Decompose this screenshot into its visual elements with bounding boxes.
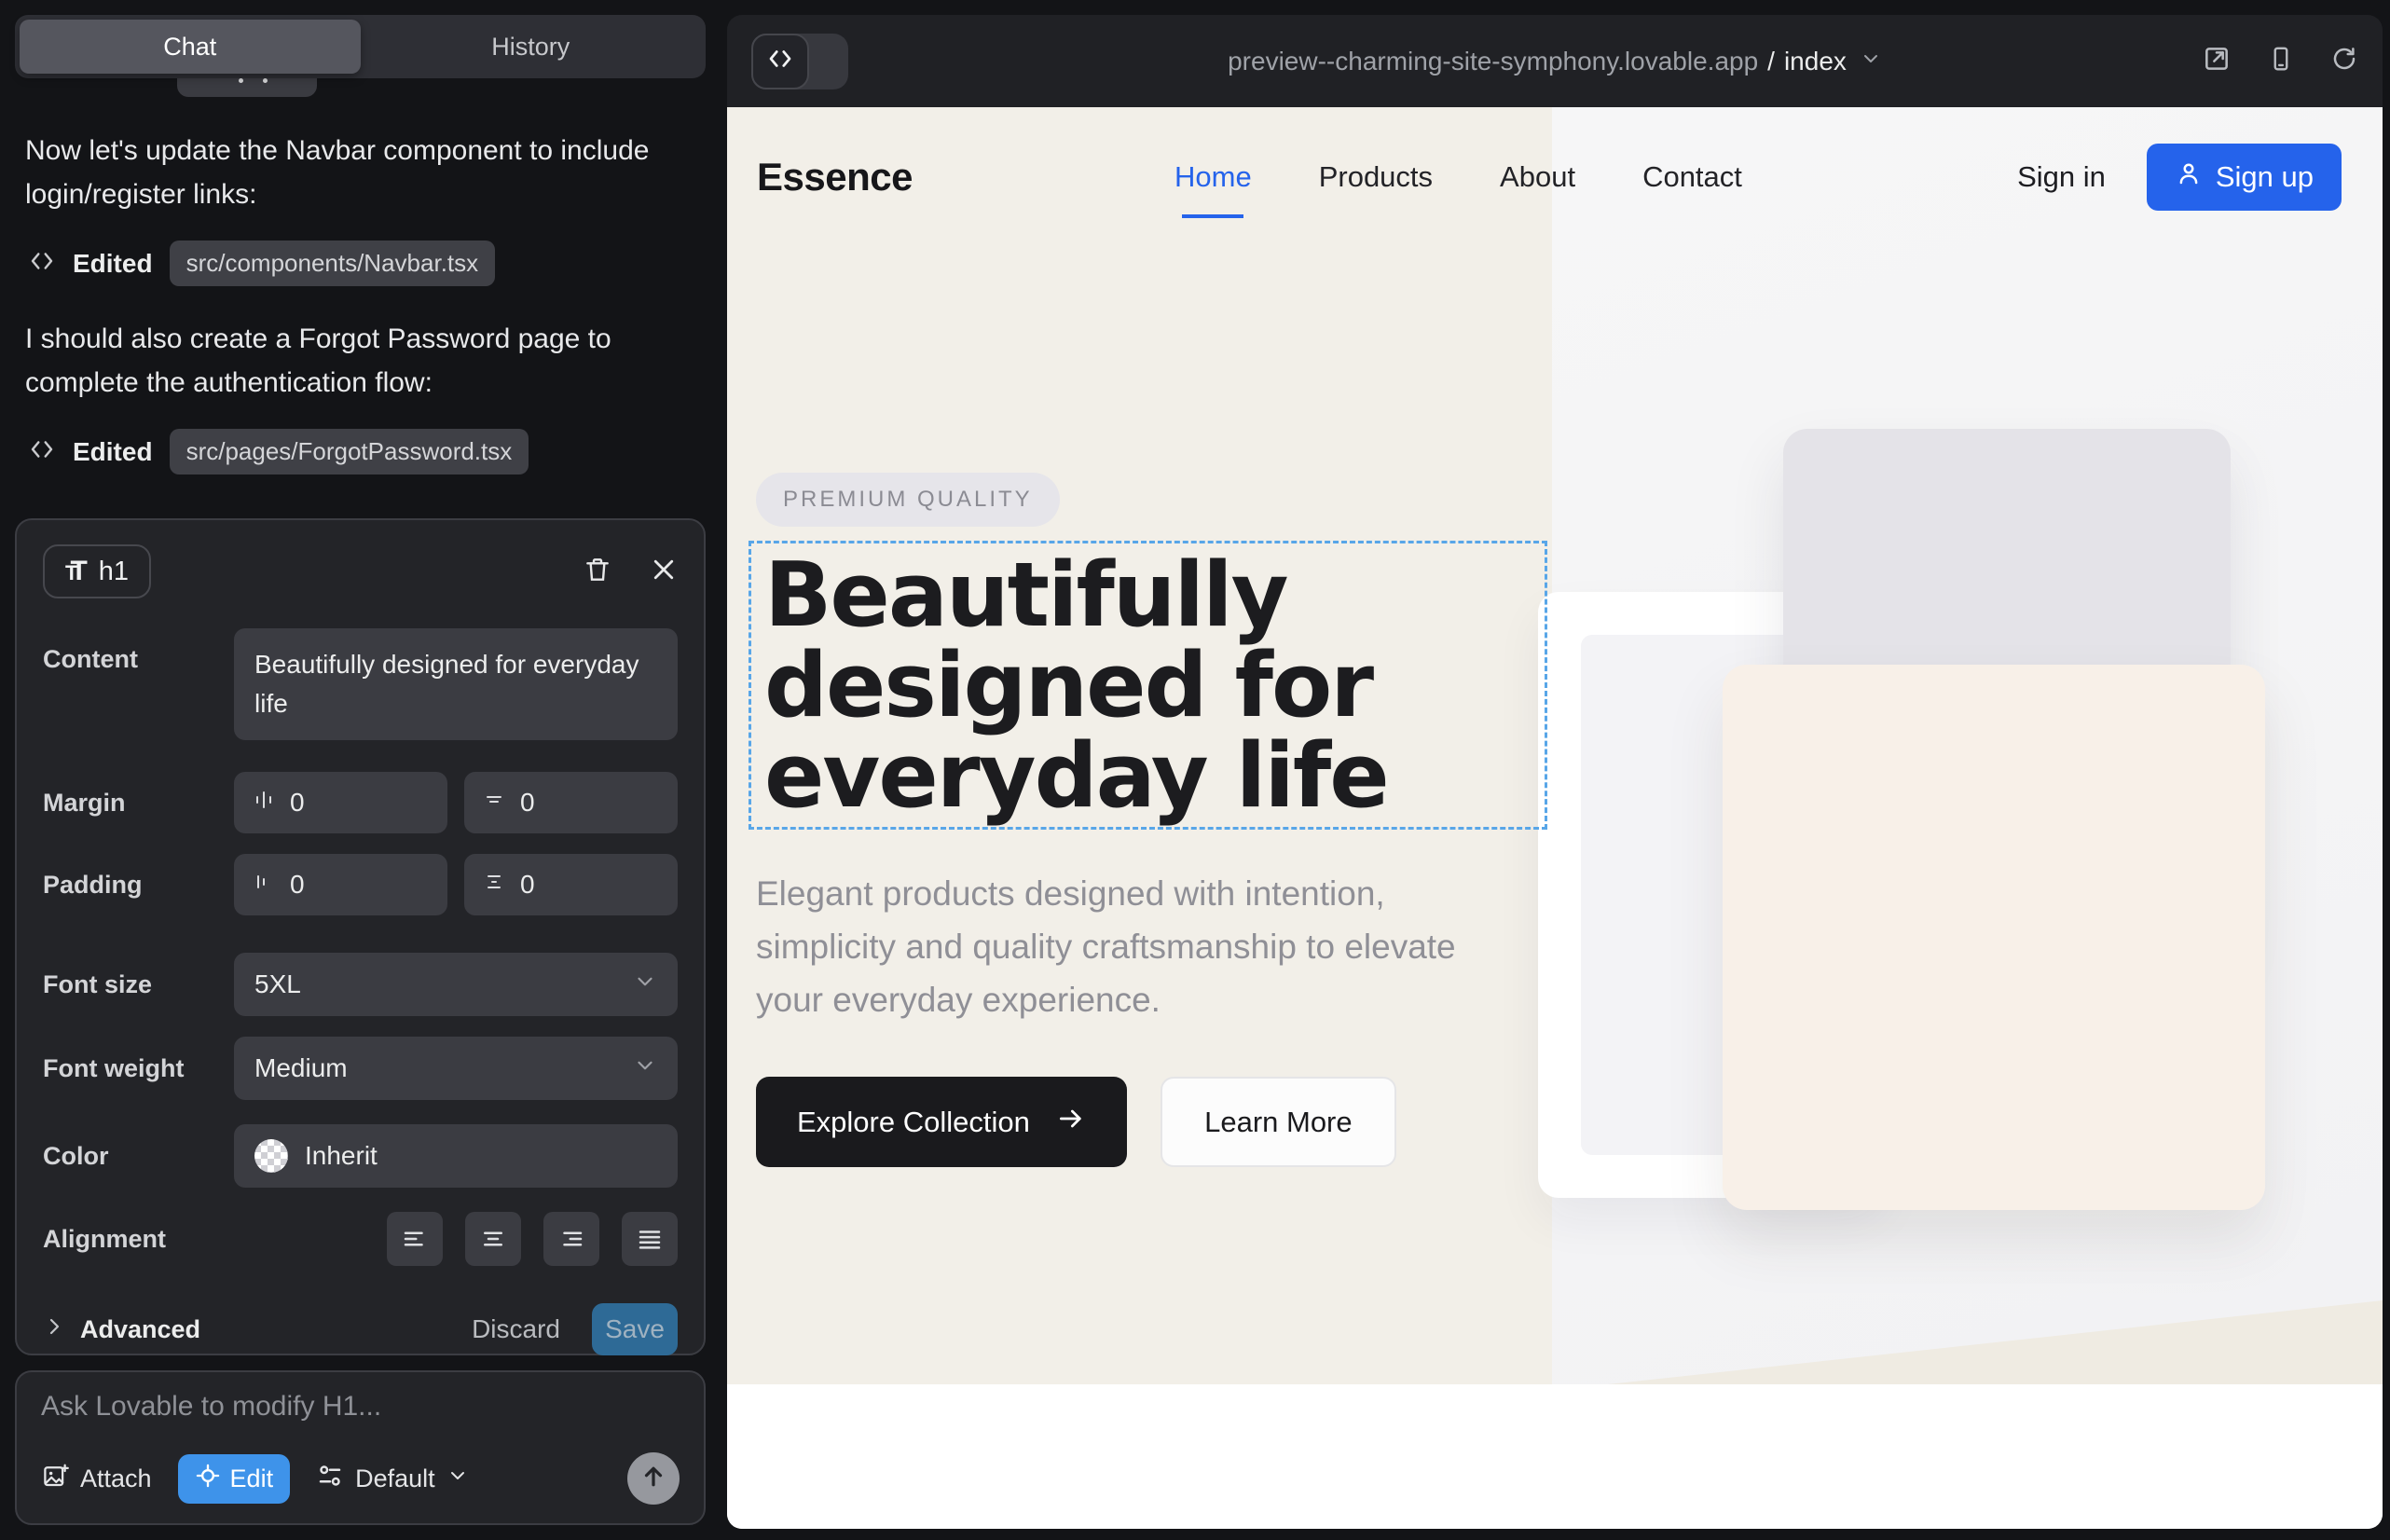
selected-element-tag[interactable]: TT h1 <box>43 544 151 598</box>
hero-section: Essence Home Products About Contact Sign… <box>727 107 2383 1384</box>
align-left-button[interactable] <box>387 1212 443 1266</box>
edited-label: Edited <box>73 437 153 467</box>
font-size-label: Font size <box>43 970 234 999</box>
sliders-icon <box>316 1462 344 1496</box>
signin-link[interactable]: Sign in <box>2017 160 2106 194</box>
advanced-toggle[interactable]: Advanced <box>43 1315 200 1344</box>
chevron-down-icon <box>633 1053 657 1084</box>
file-chip[interactable]: src/pages/ForgotPassword.tsx <box>170 429 529 474</box>
edited-file-row[interactable]: Edited src/components/Navbar.tsx <box>28 241 495 286</box>
premium-quality-badge: PREMIUM QUALITY <box>756 473 1060 527</box>
url-page: index <box>1784 47 1847 76</box>
chevron-down-icon <box>633 969 657 1000</box>
site-content: Essence Home Products About Contact Sign… <box>727 107 2383 1529</box>
chat-sidebar: Chat History Now let's update the Navbar… <box>0 0 725 1540</box>
selected-element-outline[interactable]: Beautifully designed for everyday life <box>749 541 1547 830</box>
edited-file-row[interactable]: Edited src/pages/ForgotPassword.tsx <box>28 429 529 474</box>
user-icon <box>2175 159 2203 195</box>
refresh-icon[interactable] <box>2330 45 2358 77</box>
edit-mode-button[interactable]: Edit <box>178 1454 291 1504</box>
font-weight-label: Font weight <box>43 1054 234 1083</box>
code-icon <box>766 45 794 77</box>
font-size-select[interactable]: 5XL <box>234 953 678 1016</box>
nav-link-products[interactable]: Products <box>1319 160 1433 194</box>
align-justify-button[interactable] <box>622 1212 678 1266</box>
arrow-up-icon <box>639 1463 667 1495</box>
signup-button[interactable]: Sign up <box>2147 144 2342 211</box>
attach-button[interactable]: Attach <box>41 1462 152 1496</box>
tab-chat[interactable]: Chat <box>20 20 361 74</box>
typography-icon: TT <box>65 556 88 587</box>
discard-button[interactable]: Discard <box>472 1314 560 1344</box>
nav-link-about[interactable]: About <box>1500 160 1575 194</box>
chevron-down-icon <box>446 1464 469 1493</box>
content-input[interactable]: Beautifully designed for everyday life <box>234 628 678 740</box>
preview-pane: preview--charming-site-symphony.lovable.… <box>725 0 2390 1540</box>
code-icon <box>28 435 56 468</box>
padding-x-input[interactable]: 0 <box>234 854 447 915</box>
send-button[interactable] <box>627 1452 680 1505</box>
chat-history-tabs: Chat History <box>15 15 706 78</box>
delete-element-button[interactable] <box>583 555 612 589</box>
margin-x-input[interactable]: 0 <box>234 772 447 833</box>
learn-more-button[interactable]: Learn More <box>1161 1077 1396 1167</box>
site-navbar: Essence Home Products About Contact Sign… <box>727 107 2383 247</box>
tab-history[interactable]: History <box>361 20 702 74</box>
element-editor-panel: TT h1 Content Beautifully designed for e… <box>15 518 706 1355</box>
tag-name: h1 <box>99 557 129 587</box>
model-selector[interactable]: Default <box>316 1462 469 1496</box>
nav-link-home[interactable]: Home <box>1174 160 1252 194</box>
assistant-message: I should also create a Forgot Password p… <box>25 317 659 405</box>
assistant-message: Now let's update the Navbar component to… <box>25 129 659 216</box>
explore-collection-button[interactable]: Explore Collection <box>756 1077 1127 1167</box>
code-preview-toggle[interactable] <box>751 34 848 89</box>
alignment-label: Alignment <box>43 1225 234 1254</box>
hero-paragraph: Elegant products designed with intention… <box>756 867 1502 1026</box>
target-icon <box>195 1463 221 1495</box>
file-chip[interactable]: src/components/Navbar.tsx <box>170 241 496 286</box>
app-root: Chat History Now let's update the Navbar… <box>0 0 2390 1540</box>
nav-link-contact[interactable]: Contact <box>1642 160 1742 194</box>
content-label: Content <box>43 645 234 674</box>
open-external-icon[interactable] <box>2202 44 2232 78</box>
code-view-button[interactable] <box>751 34 809 89</box>
align-right-button[interactable] <box>543 1212 599 1266</box>
hero-image-card-beige <box>1723 665 2265 1210</box>
mobile-view-icon[interactable] <box>2267 45 2295 77</box>
browser-window: preview--charming-site-symphony.lovable.… <box>727 15 2383 1529</box>
chevron-down-icon <box>1860 47 1882 76</box>
attach-image-icon <box>41 1462 69 1496</box>
margin-horizontal-icon <box>253 788 275 818</box>
font-weight-select[interactable]: Medium <box>234 1037 678 1100</box>
padding-vertical-icon <box>483 870 505 900</box>
code-icon <box>28 247 56 280</box>
save-button[interactable]: Save <box>592 1303 678 1355</box>
chevron-right-icon <box>43 1315 65 1344</box>
padding-y-input[interactable]: 0 <box>464 854 678 915</box>
url-domain: preview--charming-site-symphony.lovable.… <box>1228 47 1758 76</box>
margin-y-input[interactable]: 0 <box>464 772 678 833</box>
site-logo[interactable]: Essence <box>757 155 913 199</box>
margin-vertical-icon <box>483 788 505 818</box>
color-swatch <box>254 1139 288 1173</box>
align-center-button[interactable] <box>465 1212 521 1266</box>
color-label: Color <box>43 1142 234 1171</box>
chat-input[interactable] <box>41 1391 680 1423</box>
chat-composer: Attach Edit Default <box>15 1370 706 1525</box>
site-lower-section <box>727 1384 2383 1529</box>
color-select[interactable]: Inherit <box>234 1124 678 1188</box>
margin-label: Margin <box>43 789 234 818</box>
arrow-right-icon <box>1056 1104 1086 1141</box>
browser-topbar: preview--charming-site-symphony.lovable.… <box>727 15 2383 107</box>
padding-horizontal-icon <box>253 870 275 900</box>
edited-label: Edited <box>73 249 153 279</box>
padding-label: Padding <box>43 871 234 900</box>
close-editor-button[interactable] <box>650 556 678 588</box>
hero-heading[interactable]: Beautifully designed for everyday life <box>764 551 1388 822</box>
url-bar: preview--charming-site-symphony.lovable.… <box>727 47 2383 76</box>
